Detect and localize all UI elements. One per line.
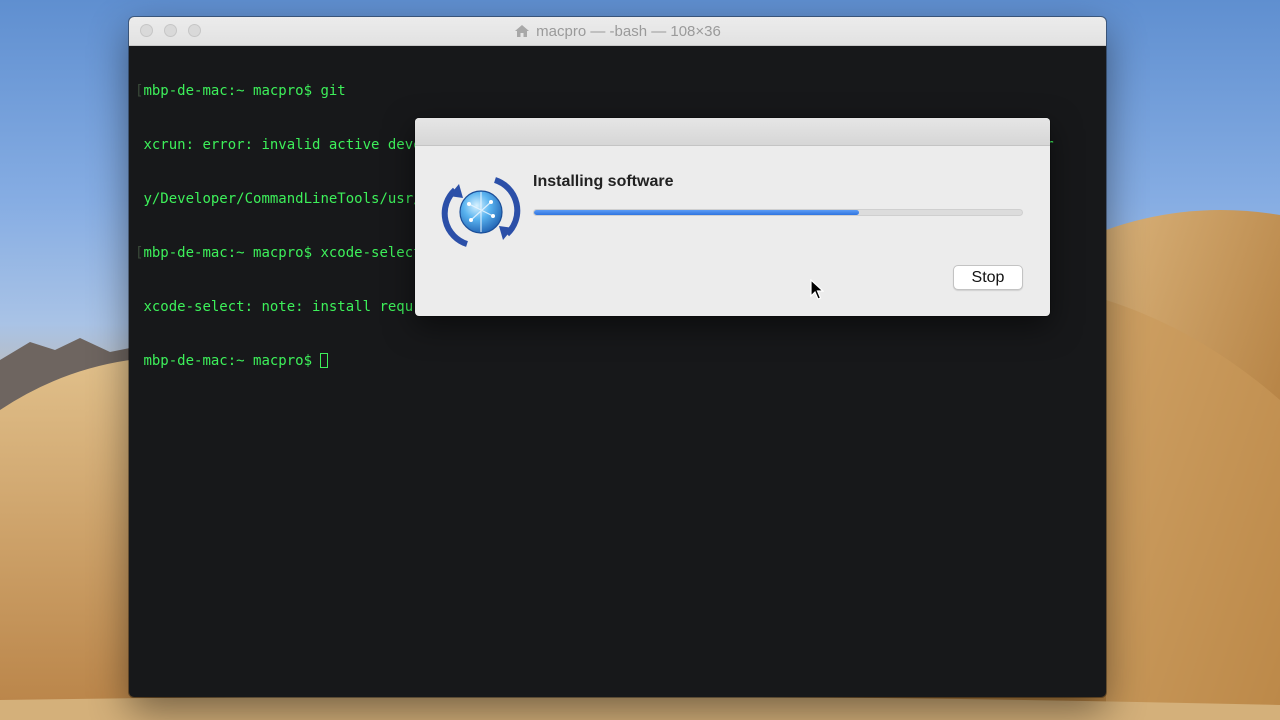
mouse-pointer-icon <box>810 279 824 300</box>
text-cursor <box>320 353 329 368</box>
stop-button[interactable]: Stop <box>953 265 1023 290</box>
window-title: macpro — -bash — 108×36 <box>536 22 721 40</box>
window-title-container: macpro — -bash — 108×36 <box>129 17 1106 45</box>
terminal-titlebar[interactable]: macpro — -bash — 108×36 <box>129 17 1106 46</box>
installer-dialog: Installing software Stop <box>415 118 1050 316</box>
terminal-prompt-line: mbp-de-mac:~ macpro$ <box>135 352 1100 370</box>
dialog-titlebar <box>415 118 1050 146</box>
software-update-icon <box>441 177 521 247</box>
home-icon <box>515 25 530 37</box>
install-progress-bar <box>533 209 1023 216</box>
progress-fill <box>534 210 859 215</box>
terminal-line: [mbp-de-mac:~ macpro$ git <box>135 83 346 99</box>
install-status-title: Installing software <box>533 173 674 190</box>
